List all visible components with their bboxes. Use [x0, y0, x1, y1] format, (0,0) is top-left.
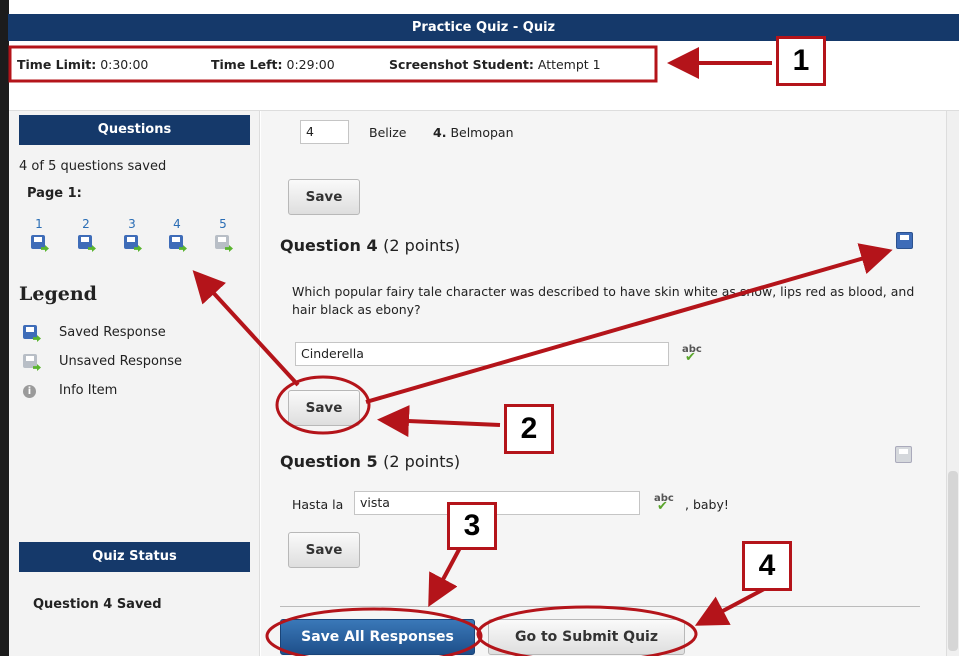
- saved-disk-icon[interactable]: [78, 235, 96, 252]
- question-nav-1[interactable]: 1: [28, 217, 50, 255]
- legend-unsaved: Unsaved Response: [23, 354, 182, 374]
- spellcheck-icon[interactable]: abc ✔: [654, 493, 674, 514]
- q5-points: (2 points): [383, 452, 461, 471]
- q3-option-text: Belmopan: [450, 125, 514, 140]
- question-nav-number[interactable]: 5: [212, 217, 234, 231]
- q4-title: Question 4 (2 points): [280, 236, 460, 255]
- page-label: Page 1:: [27, 186, 82, 201]
- student-attempt: Screenshot Student: Attempt 1: [389, 57, 601, 72]
- question-nav-number[interactable]: 1: [28, 217, 50, 231]
- go-to-submit-quiz-button[interactable]: Go to Submit Quiz: [488, 619, 685, 655]
- q4-title-text: Question 4: [280, 236, 378, 255]
- q3-answer-input[interactable]: 4: [300, 120, 349, 144]
- legend-title: Legend: [19, 283, 97, 305]
- callout-2: 2: [504, 404, 554, 454]
- window-left-border: [0, 0, 9, 656]
- saved-disk-icon: [23, 325, 41, 342]
- question-nav-2[interactable]: 2: [75, 217, 97, 255]
- q3-save-button[interactable]: Save: [288, 179, 360, 215]
- q4-question-text: Which popular fairy tale character was d…: [292, 284, 915, 317]
- saved-disk-icon[interactable]: [124, 235, 142, 252]
- unsaved-disk-icon[interactable]: [215, 235, 233, 252]
- question-nav-number[interactable]: 3: [121, 217, 143, 231]
- time-limit-value: 0:30:00: [100, 57, 149, 72]
- time-limit: Time Limit: 0:30:00: [17, 57, 148, 72]
- callout-1: 1: [776, 36, 826, 86]
- divider: [280, 606, 920, 607]
- saved-count: 4 of 5 questions saved: [19, 159, 167, 174]
- question-nav-5[interactable]: 5: [212, 217, 234, 255]
- question-nav-number[interactable]: 4: [166, 217, 188, 231]
- callout-4: 4: [742, 541, 792, 591]
- time-left-value: 0:29:00: [286, 57, 335, 72]
- q3-option: 4. Belmopan: [433, 125, 514, 140]
- q5-title: Question 5 (2 points): [280, 452, 460, 471]
- student-label: Screenshot Student:: [389, 57, 534, 72]
- saved-disk-icon: [896, 232, 914, 250]
- quiz-title: Practice Quiz - Quiz: [411, 20, 556, 35]
- question-nav-number[interactable]: 2: [75, 217, 97, 231]
- quiz-status-text: Question 4 Saved: [33, 597, 162, 612]
- q5-suffix: , baby!: [685, 497, 729, 512]
- unsaved-disk-icon: [895, 446, 913, 464]
- q3-option-num: 4.: [433, 125, 447, 140]
- info-icon: i: [23, 385, 36, 398]
- quiz-main-panel: 4 Belize 4. Belmopan Save Question 4 (2 …: [261, 111, 946, 656]
- save-all-responses-button[interactable]: Save All Responses: [280, 619, 475, 655]
- scrollbar-thumb[interactable]: [948, 471, 958, 651]
- q4-save-button[interactable]: Save: [288, 390, 360, 426]
- q5-answer-input[interactable]: vista: [354, 491, 640, 515]
- legend-info: i Info Item: [23, 383, 117, 398]
- q3-country: Belize: [369, 125, 407, 140]
- questions-sidebar: Questions 4 of 5 questions saved Page 1:…: [9, 111, 260, 656]
- saved-disk-icon[interactable]: [31, 235, 49, 252]
- callout-3: 3: [447, 502, 497, 550]
- time-left-label: Time Left:: [211, 57, 283, 72]
- question-nav-3[interactable]: 3: [121, 217, 143, 255]
- legend-label: Unsaved Response: [59, 354, 183, 369]
- q5-title-text: Question 5: [280, 452, 378, 471]
- question-nav-4[interactable]: 4: [166, 217, 188, 255]
- legend-label: Saved Response: [59, 325, 166, 340]
- q4-points: (2 points): [383, 236, 461, 255]
- questions-header: Questions: [19, 115, 250, 145]
- q5-save-button[interactable]: Save: [288, 532, 360, 568]
- unsaved-disk-icon: [23, 354, 41, 371]
- q5-prefix: Hasta la: [292, 497, 344, 512]
- legend-label: Info Item: [59, 383, 118, 398]
- legend-saved: Saved Response: [23, 325, 166, 345]
- quiz-status-header: Quiz Status: [19, 542, 250, 572]
- q4-answer-input[interactable]: Cinderella: [295, 342, 669, 366]
- time-limit-label: Time Limit:: [17, 57, 97, 72]
- main-scrollbar[interactable]: [946, 111, 959, 656]
- time-left: Time Left: 0:29:00: [211, 57, 335, 72]
- attempt-value: Attempt 1: [537, 57, 601, 72]
- saved-disk-icon[interactable]: [169, 235, 187, 252]
- spellcheck-icon[interactable]: abc ✔: [682, 344, 702, 365]
